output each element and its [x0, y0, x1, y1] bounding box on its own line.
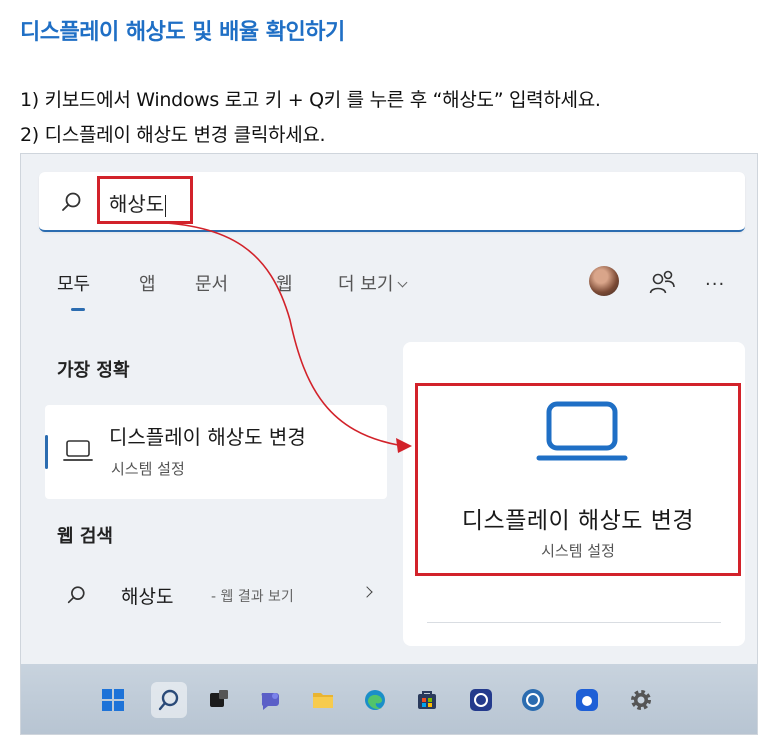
best-match-subtitle: 시스템 설정 — [111, 460, 185, 478]
tab-apps[interactable]: 앱 — [139, 270, 156, 296]
tab-more-label: 더 보기 — [338, 274, 394, 295]
web-search-result[interactable]: 해상도 - 웹 결과 보기 — [45, 572, 387, 620]
best-match-result[interactable]: 디스플레이 해상도 변경 시스템 설정 — [45, 405, 387, 499]
settings-icon[interactable] — [629, 688, 653, 712]
laptop-icon — [63, 440, 93, 461]
highlight-box-search — [97, 176, 193, 224]
search-window-screenshot: 해상도 모두 앱 문서 웹 더 보기 ··· 가장 정확 디스플레이 해상도 변… — [20, 153, 758, 735]
web-search-term: 해상도 — [121, 586, 174, 608]
active-tab-indicator — [71, 308, 85, 311]
windows-start-icon[interactable] — [101, 688, 125, 712]
web-search-label: 웹 검색 — [57, 526, 113, 547]
app-icon[interactable] — [469, 688, 493, 712]
highlight-box-preview: 디스플레이 해상도 변경 시스템 설정 — [415, 383, 741, 576]
tab-all[interactable]: 모두 — [57, 270, 90, 296]
search-box[interactable]: 해상도 — [39, 172, 745, 232]
taskbar — [21, 664, 757, 734]
tab-more[interactable]: 더 보기 — [338, 270, 408, 296]
step-2-text: 2) 디스플레이 해상도 변경 클릭하세요. — [20, 124, 326, 146]
search-icon — [62, 192, 81, 211]
tab-web[interactable]: 웹 — [276, 270, 293, 296]
best-match-label: 가장 정확 — [57, 360, 130, 381]
edge-icon[interactable] — [363, 688, 387, 712]
web-search-suffix: - 웹 결과 보기 — [211, 589, 294, 605]
tab-documents[interactable]: 문서 — [195, 270, 228, 296]
avatar[interactable] — [589, 266, 619, 296]
selection-indicator — [45, 435, 48, 469]
search-icon — [67, 586, 85, 604]
step-1-text: 1) 키보드에서 Windows 로고 키 + Q키 를 누른 후 “해상도” … — [20, 89, 601, 111]
search-icon[interactable] — [157, 688, 181, 712]
laptop-icon — [536, 401, 628, 461]
preview-title: 디스플레이 해상도 변경 — [461, 508, 695, 534]
preview-panel[interactable]: 디스플레이 해상도 변경 시스템 설정 — [403, 342, 745, 646]
chat-icon[interactable] — [259, 688, 283, 712]
best-match-title: 디스플레이 해상도 변경 — [109, 425, 306, 449]
chevron-right-icon — [361, 586, 373, 598]
store-icon[interactable] — [415, 688, 439, 712]
chevron-down-icon — [397, 277, 408, 288]
more-options-icon[interactable]: ··· — [705, 274, 725, 295]
divider — [427, 622, 721, 623]
file-explorer-icon[interactable] — [311, 688, 335, 712]
people-icon[interactable] — [647, 268, 677, 296]
preview-subtitle: 시스템 설정 — [541, 542, 615, 560]
page-title: 디스플레이 해상도 및 배율 확인하기 — [20, 20, 345, 45]
app-icon-2[interactable] — [521, 688, 545, 712]
task-view-icon[interactable] — [207, 688, 231, 712]
app-icon-3[interactable] — [575, 688, 599, 712]
